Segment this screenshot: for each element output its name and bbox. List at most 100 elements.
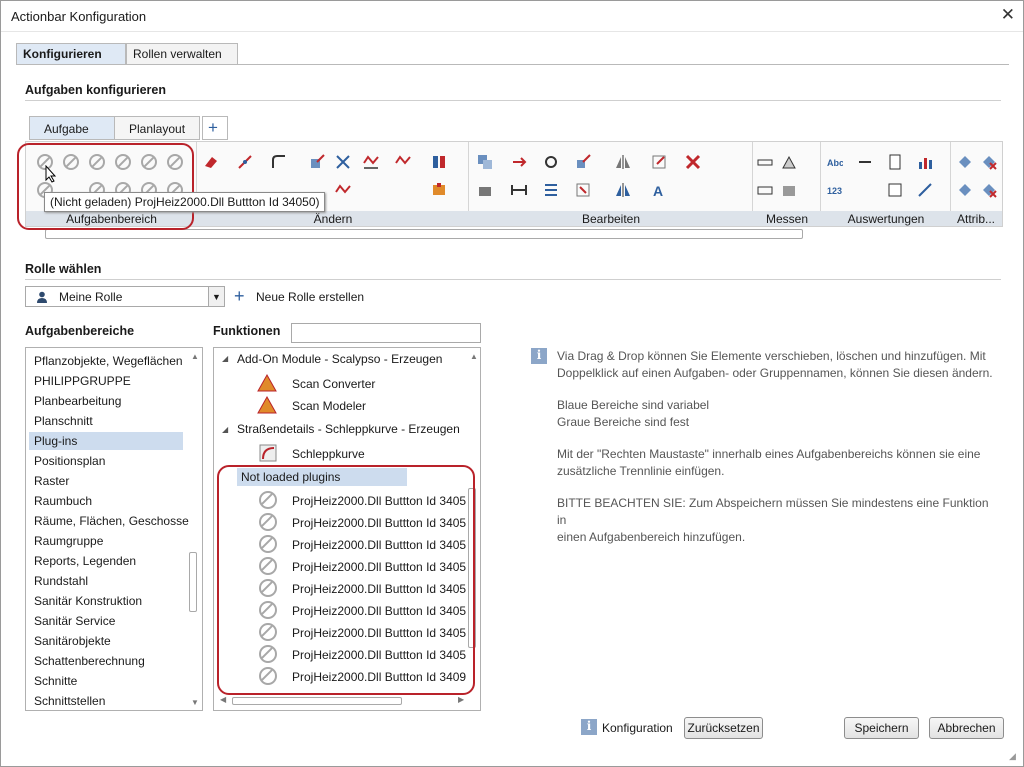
add-task-button[interactable]: + xyxy=(202,116,228,140)
svg-text:A: A xyxy=(653,183,663,198)
mirror-icon[interactable] xyxy=(395,154,411,170)
scroll-down-icon[interactable]: ▼ xyxy=(191,698,199,707)
list-item[interactable]: Sanitär Konstruktion xyxy=(34,594,142,612)
list-item[interactable]: Pflanzobjekte, Wegeflächen xyxy=(34,354,183,372)
group-bearbeiten[interactable]: A xyxy=(469,142,753,212)
group-messen[interactable] xyxy=(753,142,821,212)
text-abc-icon[interactable]: Abc xyxy=(827,154,843,170)
scale-icon[interactable] xyxy=(575,154,591,170)
group-auswertungen[interactable]: Abc 123 xyxy=(821,142,951,212)
areas-scrollbar[interactable] xyxy=(189,552,197,612)
group-label[interactable]: Attrib... xyxy=(951,211,1001,226)
chart-icon[interactable] xyxy=(917,154,933,170)
attribute-icon[interactable] xyxy=(957,154,973,170)
mirror-copy-icon[interactable] xyxy=(615,182,631,198)
measure-icon[interactable] xyxy=(757,182,773,198)
tree-group-header[interactable]: Add-On Module - Scalypso - Erzeugen xyxy=(237,352,442,366)
list-item[interactable]: Räume, Flächen, Geschosse xyxy=(34,514,189,532)
save-button[interactable]: Speichern xyxy=(844,717,919,739)
attribute-edit-icon[interactable] xyxy=(957,182,973,198)
offset-icon[interactable] xyxy=(363,154,379,170)
analysis-icon[interactable] xyxy=(917,182,933,198)
list-item[interactable]: Sanitärobjekte xyxy=(34,634,111,652)
group-label[interactable]: Messen xyxy=(753,211,821,226)
list-item-selected[interactable]: Plug-ins xyxy=(29,432,183,450)
list-icon[interactable] xyxy=(543,182,559,198)
mirror-axis-icon[interactable] xyxy=(615,154,631,170)
label-icon[interactable] xyxy=(857,154,873,170)
function-search-input[interactable] xyxy=(291,323,481,343)
select-icon[interactable] xyxy=(575,182,591,198)
list-item[interactable]: Schnitte xyxy=(34,674,77,692)
scroll-up-icon[interactable]: ▲ xyxy=(191,352,199,361)
scroll-right-icon[interactable]: ▶ xyxy=(458,695,464,704)
report-icon[interactable] xyxy=(887,154,903,170)
list-item[interactable]: Planbearbeitung xyxy=(34,394,121,412)
scroll-up-icon[interactable]: ▲ xyxy=(470,352,478,361)
list-item[interactable]: Reports, Legenden xyxy=(34,554,136,572)
delete-icon[interactable] xyxy=(685,154,701,170)
stretch-icon[interactable] xyxy=(237,154,253,170)
reset-button[interactable]: Zurücksetzen xyxy=(684,717,763,739)
group-label[interactable]: Bearbeiten xyxy=(469,211,753,226)
list-item[interactable]: Planschnitt xyxy=(34,414,93,432)
list-item[interactable]: Sanitär Service xyxy=(34,614,115,632)
plus-icon[interactable]: + xyxy=(234,286,245,307)
list-item[interactable]: Positionsplan xyxy=(34,454,105,472)
tab-rollen-verwalten[interactable]: Rollen verwalten xyxy=(126,43,238,65)
tree-item[interactable]: Schleppkurve xyxy=(292,447,365,461)
split-icon[interactable] xyxy=(431,154,447,170)
height-icon[interactable] xyxy=(781,182,797,198)
chevron-down-icon[interactable]: ▼ xyxy=(208,287,224,306)
resize-grip-icon[interactable]: ◢ xyxy=(1009,751,1016,762)
attribute-delete-icon[interactable] xyxy=(981,154,997,170)
area-icon[interactable] xyxy=(781,154,797,170)
expand-icon[interactable]: ◢ xyxy=(222,425,228,434)
resize-icon[interactable] xyxy=(651,154,667,170)
tree-item[interactable]: Scan Modeler xyxy=(292,399,366,413)
list-item[interactable]: Schnittstellen xyxy=(34,694,105,710)
list-item[interactable]: Schattenberechnung xyxy=(34,654,145,672)
layer-icon[interactable] xyxy=(477,182,493,198)
toolbar-scrollbar[interactable] xyxy=(45,229,803,239)
functions-hscrollbar[interactable] xyxy=(232,697,402,705)
list-item[interactable]: Raumgruppe xyxy=(34,534,103,552)
role-select[interactable]: Meine Rolle ▼ xyxy=(25,286,225,307)
tab-planlayout[interactable]: Planlayout xyxy=(114,116,200,140)
trim-icon[interactable] xyxy=(335,154,351,170)
close-icon[interactable]: ✕ xyxy=(1001,5,1015,25)
number-icon[interactable]: 123 xyxy=(827,182,843,198)
arc-icon[interactable] xyxy=(335,182,351,198)
copy-move-icon[interactable] xyxy=(309,154,325,170)
new-role-button[interactable]: Neue Rolle erstellen xyxy=(256,290,364,304)
cancel-button[interactable]: Abbrechen xyxy=(929,717,1004,739)
group-label[interactable]: Auswertungen xyxy=(821,211,951,226)
attribute-remove-icon[interactable] xyxy=(981,182,997,198)
expand-icon[interactable]: ◢ xyxy=(222,354,228,363)
list-item[interactable]: PHILIPPGRUPPE xyxy=(34,374,131,392)
highlight-callout xyxy=(17,143,194,230)
tree-group-header[interactable]: Straßendetails - Schleppkurve - Erzeugen xyxy=(237,422,460,436)
text-icon[interactable]: A xyxy=(651,182,667,198)
areas-list[interactable]: Pflanzobjekte, Wegeflächen PHILIPPGRUPPE… xyxy=(25,347,203,711)
tab-aufgabe[interactable]: Aufgabe xyxy=(29,116,115,140)
distance-icon[interactable] xyxy=(511,182,527,198)
list-item[interactable]: Raster xyxy=(34,474,69,492)
list-item[interactable]: Raumbuch xyxy=(34,494,92,512)
table-icon[interactable] xyxy=(887,182,903,198)
block-icon[interactable] xyxy=(431,182,447,198)
group-label[interactable]: Ändern xyxy=(197,211,469,226)
areas-title: Aufgabenbereiche xyxy=(25,324,135,338)
info-text: Via Drag & Drop können Sie Elemente vers… xyxy=(557,348,997,546)
group-attribute[interactable] xyxy=(951,142,1001,212)
fillet-icon[interactable] xyxy=(271,154,287,170)
move-icon[interactable] xyxy=(511,154,527,170)
tree-item[interactable]: Scan Converter xyxy=(292,377,375,391)
scroll-left-icon[interactable]: ◀ xyxy=(220,695,226,704)
eraser-icon[interactable] xyxy=(203,154,219,170)
tab-konfigurieren[interactable]: Konfigurieren xyxy=(16,43,126,65)
list-item[interactable]: Rundstahl xyxy=(34,574,88,592)
dimension-icon[interactable] xyxy=(757,154,773,170)
rotate-icon[interactable] xyxy=(543,154,559,170)
copy-icon[interactable] xyxy=(477,154,493,170)
